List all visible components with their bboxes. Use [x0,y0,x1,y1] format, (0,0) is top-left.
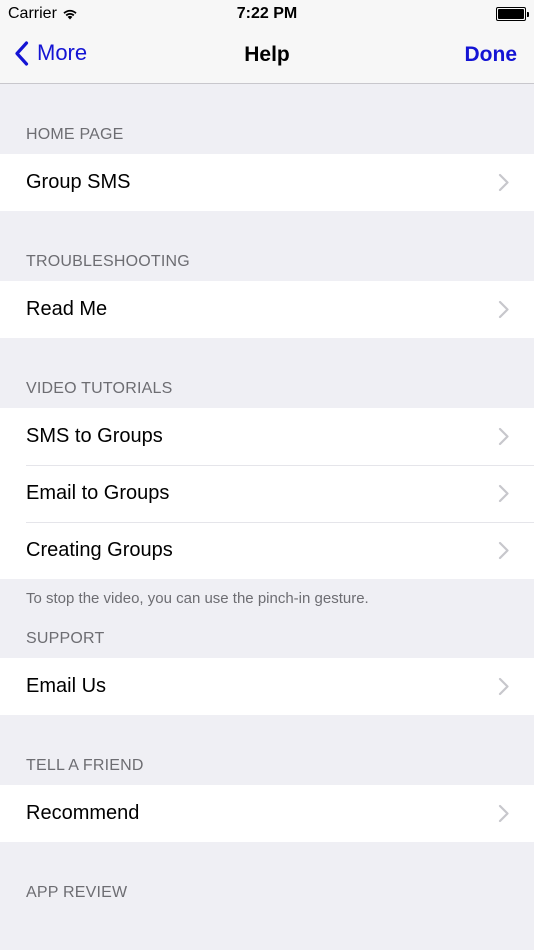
section-footer-video-tutorials: To stop the video, you can use the pinch… [26,590,369,607]
cell-sms-to-groups[interactable]: SMS to Groups [0,408,534,465]
chevron-right-icon [498,427,509,446]
section-header-tell-a-friend: TELL A FRIEND [26,757,144,774]
section-troubleshooting: Read Me [0,281,534,338]
done-button[interactable]: Done [465,43,518,67]
settings-table: HOME PAGE Group SMS TROUBLESHOOTING Read… [0,84,534,912]
chevron-right-icon [498,300,509,319]
chevron-right-icon [498,484,509,503]
section-home-page: Group SMS [0,154,534,211]
status-bar: Carrier 7:22 PM [0,0,534,28]
chevron-right-icon [498,804,509,823]
cell-label: Recommend [26,802,140,824]
section-support: Email Us [0,658,534,715]
chevron-right-icon [498,541,509,560]
help-screen: Carrier 7:22 PM More Help Done HOME PAGE [0,0,534,950]
chevron-right-icon [498,677,509,696]
page-title: Help [244,43,290,66]
cell-label: Email to Groups [26,482,170,504]
cell-recommend[interactable]: Recommend [0,785,534,842]
section-tell-a-friend: Recommend [0,785,534,842]
cell-email-to-groups[interactable]: Email to Groups [0,465,534,522]
cell-creating-groups[interactable]: Creating Groups [0,522,534,579]
cell-email-us[interactable]: Email Us [0,658,534,715]
section-header-troubleshooting: TROUBLESHOOTING [26,253,190,270]
section-header-video-tutorials: VIDEO TUTORIALS [26,380,173,397]
cell-label: Email Us [26,675,107,697]
section-video-tutorials: SMS to Groups Email to Groups Creating G… [0,408,534,579]
chevron-right-icon [498,173,509,192]
section-header-app-review: APP REVIEW [26,884,128,901]
section-header-support: SUPPORT [26,630,105,647]
cell-label: Group SMS [26,171,131,193]
navigation-bar: More Help Done [0,28,534,84]
cell-label: Read Me [26,298,108,320]
cell-group-sms[interactable]: Group SMS [0,154,534,211]
cell-read-me[interactable]: Read Me [0,281,534,338]
cell-label: Creating Groups [26,539,173,561]
cell-label: SMS to Groups [26,425,163,447]
section-header-home-page: HOME PAGE [26,126,124,143]
battery-icon [496,7,529,21]
clock: 7:22 PM [236,5,298,22]
